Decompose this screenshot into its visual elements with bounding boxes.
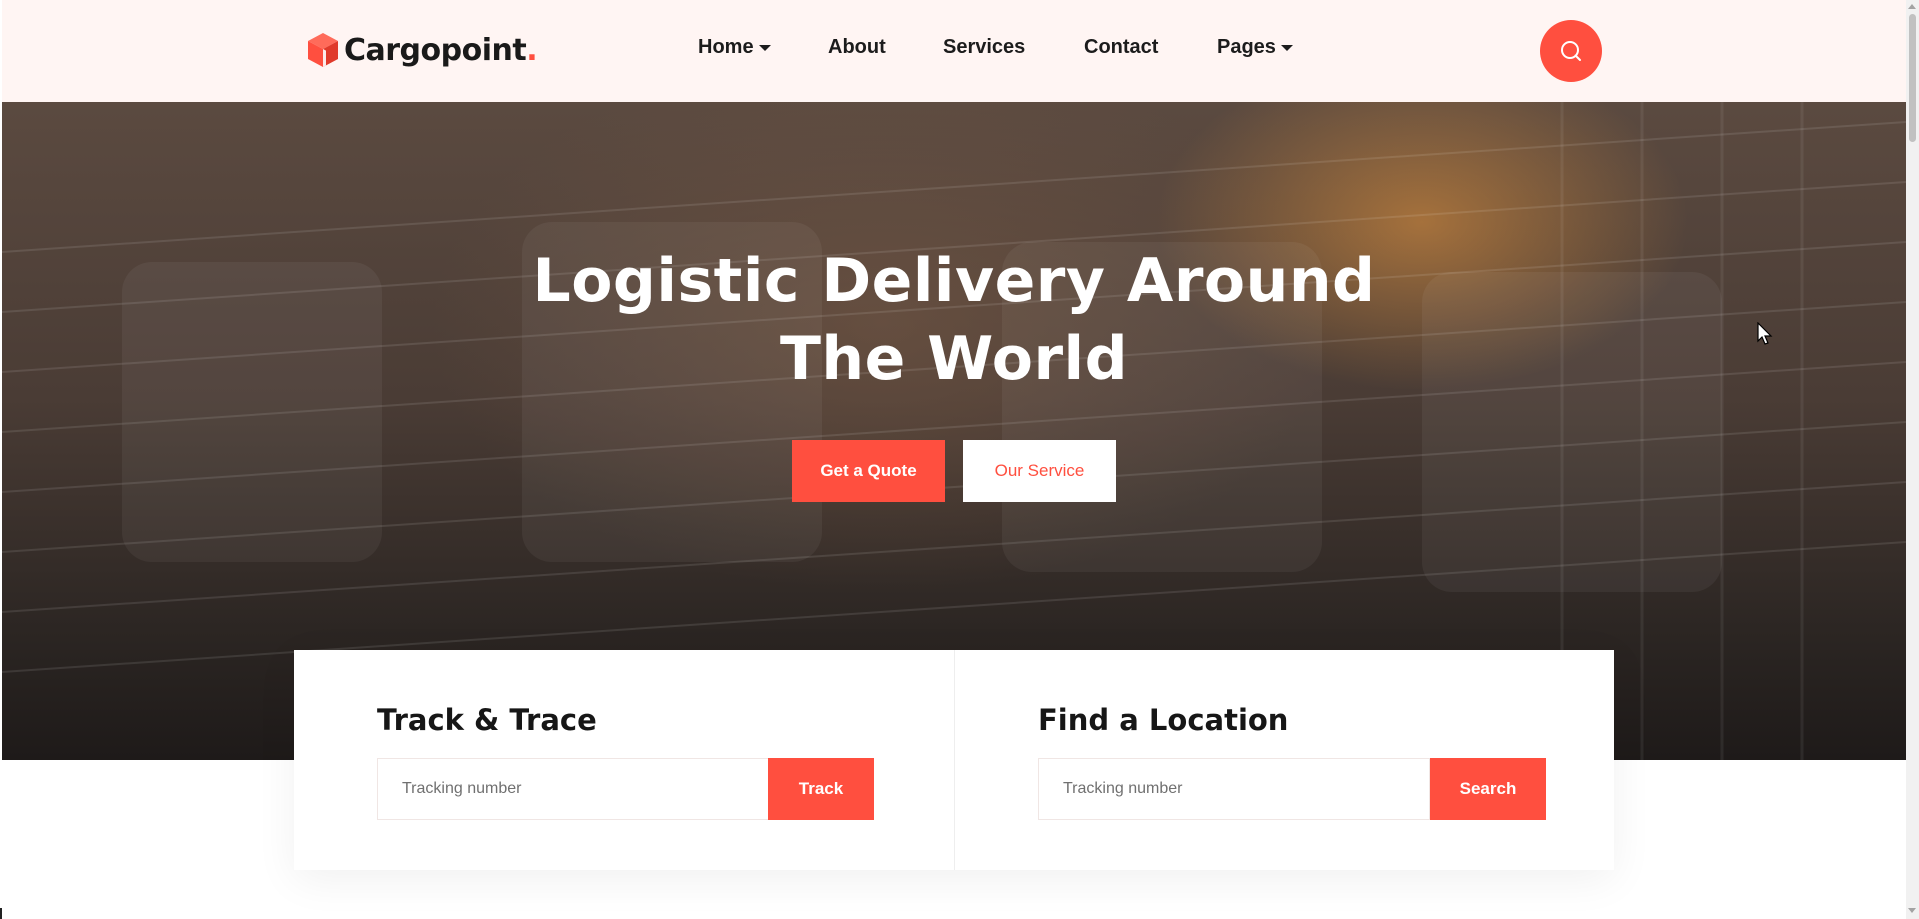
nav-item-label: About: [828, 36, 886, 58]
page: Cargopoint. Home About Services Contact …: [0, 0, 1919, 919]
nav-item-contact[interactable]: Contact: [1084, 36, 1158, 59]
nav-item-services[interactable]: Services: [943, 36, 1025, 59]
find-location-form: Find a Location Search: [954, 650, 1614, 870]
nav-item-about[interactable]: About: [828, 36, 886, 59]
vertical-scrollbar[interactable]: [1906, 0, 1919, 919]
chevron-down-icon: [1280, 44, 1293, 51]
search-location-button[interactable]: Search: [1430, 758, 1546, 820]
our-service-button[interactable]: Our Service: [963, 440, 1116, 502]
track-trace-form: Track & Trace Track: [294, 650, 954, 870]
brand-name: Cargopoint: [344, 32, 527, 68]
chevron-down-icon: [758, 44, 771, 51]
track-trace-heading: Track & Trace: [377, 703, 597, 737]
nav-item-label: Services: [943, 36, 1026, 58]
scrollbar-thumb[interactable]: [1909, 14, 1916, 142]
get-quote-button[interactable]: Get a Quote: [792, 440, 945, 502]
track-button[interactable]: Track: [768, 758, 874, 820]
hero-title-line-1: Logistic Delivery Around: [532, 246, 1376, 316]
scroll-down-arrow-icon[interactable]: [1908, 908, 1916, 913]
site-header: Cargopoint. Home About Services Contact …: [2, 0, 1906, 102]
brand-logo[interactable]: Cargopoint.: [306, 30, 538, 70]
nav-item-label: Home: [698, 36, 754, 58]
window-edge-marker: [0, 908, 2, 919]
nav-item-pages[interactable]: Pages: [1217, 36, 1293, 59]
nav-item-label: Contact: [1084, 36, 1159, 58]
hero-title-line-2: The World: [779, 324, 1129, 394]
nav-item-label: Pages: [1217, 36, 1276, 58]
cube-logo-icon: [308, 33, 338, 67]
search-icon: [1561, 41, 1581, 61]
search-button[interactable]: [1540, 20, 1602, 82]
scroll-up-arrow-icon[interactable]: [1908, 4, 1916, 9]
mouse-cursor-icon: [1757, 322, 1773, 345]
tracking-panel: Track & Trace Track Find a Location Sear…: [294, 650, 1614, 870]
tracking-number-input[interactable]: [377, 758, 769, 820]
location-number-input[interactable]: [1038, 758, 1430, 820]
find-location-heading: Find a Location: [1038, 703, 1289, 737]
brand-dot: .: [526, 32, 538, 68]
nav-item-home[interactable]: Home: [698, 36, 771, 59]
hero-title: Logistic Delivery Around The World: [2, 242, 1906, 398]
